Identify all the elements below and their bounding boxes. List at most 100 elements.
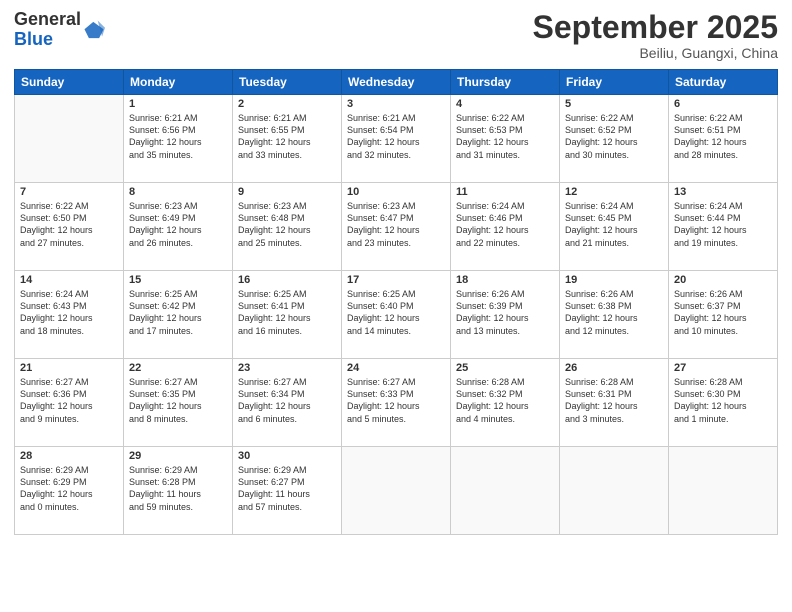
table-row: 29 Sunrise: 6:29 AM Sunset: 6:28 PM Dayli… bbox=[124, 447, 233, 535]
table-row: 27 Sunrise: 6:28 AM Sunset: 6:30 PM Dayli… bbox=[669, 359, 778, 447]
table-row: 26 Sunrise: 6:28 AM Sunset: 6:31 PM Dayli… bbox=[560, 359, 669, 447]
day-info: Sunrise: 6:23 AM Sunset: 6:48 PM Dayligh… bbox=[238, 200, 336, 249]
day-info: Sunrise: 6:21 AM Sunset: 6:55 PM Dayligh… bbox=[238, 112, 336, 161]
col-monday: Monday bbox=[124, 70, 233, 95]
table-row: 11 Sunrise: 6:24 AM Sunset: 6:46 PM Dayli… bbox=[451, 183, 560, 271]
day-number: 10 bbox=[347, 186, 445, 198]
day-info: Sunrise: 6:22 AM Sunset: 6:52 PM Dayligh… bbox=[565, 112, 663, 161]
calendar-table: Sunday Monday Tuesday Wednesday Thursday… bbox=[14, 69, 778, 535]
table-row bbox=[669, 447, 778, 535]
day-info: Sunrise: 6:28 AM Sunset: 6:30 PM Dayligh… bbox=[674, 376, 772, 425]
col-wednesday: Wednesday bbox=[342, 70, 451, 95]
day-info: Sunrise: 6:24 AM Sunset: 6:46 PM Dayligh… bbox=[456, 200, 554, 249]
day-number: 1 bbox=[129, 98, 227, 110]
table-row: 9 Sunrise: 6:23 AM Sunset: 6:48 PM Daylig… bbox=[233, 183, 342, 271]
table-row: 15 Sunrise: 6:25 AM Sunset: 6:42 PM Dayli… bbox=[124, 271, 233, 359]
calendar-week-row: 1 Sunrise: 6:21 AM Sunset: 6:56 PM Daylig… bbox=[15, 95, 778, 183]
day-number: 20 bbox=[674, 274, 772, 286]
table-row: 18Sunrise: 6:26 AM Sunset: 6:39 PM Dayli… bbox=[451, 271, 560, 359]
calendar-week-row: 14 Sunrise: 6:24 AM Sunset: 6:43 PM Dayli… bbox=[15, 271, 778, 359]
table-row: 25Sunrise: 6:28 AM Sunset: 6:32 PM Dayli… bbox=[451, 359, 560, 447]
calendar-week-row: 28 Sunrise: 6:29 AM Sunset: 6:29 PM Dayli… bbox=[15, 447, 778, 535]
page: General Blue September 2025 Beiliu, Guan… bbox=[0, 0, 792, 612]
day-number: 27 bbox=[674, 362, 772, 374]
day-info: Sunrise: 6:27 AM Sunset: 6:33 PM Dayligh… bbox=[347, 376, 445, 425]
day-number: 18 bbox=[456, 274, 554, 286]
table-row bbox=[451, 447, 560, 535]
col-friday: Friday bbox=[560, 70, 669, 95]
day-number: 29 bbox=[129, 450, 227, 462]
day-number: 26 bbox=[565, 362, 663, 374]
col-thursday: Thursday bbox=[451, 70, 560, 95]
location: Beiliu, Guangxi, China bbox=[533, 45, 778, 61]
day-info: Sunrise: 6:24 AM Sunset: 6:43 PM Dayligh… bbox=[20, 288, 118, 337]
table-row: 8 Sunrise: 6:23 AM Sunset: 6:49 PM Daylig… bbox=[124, 183, 233, 271]
day-info: Sunrise: 6:24 AM Sunset: 6:45 PM Dayligh… bbox=[565, 200, 663, 249]
table-row: 21 Sunrise: 6:27 AM Sunset: 6:36 PM Dayli… bbox=[15, 359, 124, 447]
day-number: 13 bbox=[674, 186, 772, 198]
table-row: 19Sunrise: 6:26 AM Sunset: 6:38 PM Dayli… bbox=[560, 271, 669, 359]
table-row: 13Sunrise: 6:24 AM Sunset: 6:44 PM Dayli… bbox=[669, 183, 778, 271]
day-info: Sunrise: 6:27 AM Sunset: 6:36 PM Dayligh… bbox=[20, 376, 118, 425]
day-number: 22 bbox=[129, 362, 227, 374]
table-row: 17Sunrise: 6:25 AM Sunset: 6:40 PM Dayli… bbox=[342, 271, 451, 359]
table-row: 23Sunrise: 6:27 AM Sunset: 6:34 PM Dayli… bbox=[233, 359, 342, 447]
day-info: Sunrise: 6:25 AM Sunset: 6:40 PM Dayligh… bbox=[347, 288, 445, 337]
calendar-header-row: Sunday Monday Tuesday Wednesday Thursday… bbox=[15, 70, 778, 95]
table-row: 10Sunrise: 6:23 AM Sunset: 6:47 PM Dayli… bbox=[342, 183, 451, 271]
day-number: 30 bbox=[238, 450, 336, 462]
table-row bbox=[342, 447, 451, 535]
day-info: Sunrise: 6:28 AM Sunset: 6:31 PM Dayligh… bbox=[565, 376, 663, 425]
day-info: Sunrise: 6:22 AM Sunset: 6:50 PM Dayligh… bbox=[20, 200, 118, 249]
day-number: 11 bbox=[456, 186, 554, 198]
col-saturday: Saturday bbox=[669, 70, 778, 95]
table-row: 2 Sunrise: 6:21 AM Sunset: 6:55 PM Daylig… bbox=[233, 95, 342, 183]
col-tuesday: Tuesday bbox=[233, 70, 342, 95]
day-info: Sunrise: 6:26 AM Sunset: 6:37 PM Dayligh… bbox=[674, 288, 772, 337]
logo-blue-text: Blue bbox=[14, 30, 81, 50]
day-info: Sunrise: 6:29 AM Sunset: 6:29 PM Dayligh… bbox=[20, 464, 118, 513]
day-info: Sunrise: 6:25 AM Sunset: 6:42 PM Dayligh… bbox=[129, 288, 227, 337]
day-number: 15 bbox=[129, 274, 227, 286]
header: General Blue September 2025 Beiliu, Guan… bbox=[14, 10, 778, 61]
table-row bbox=[560, 447, 669, 535]
table-row: 12Sunrise: 6:24 AM Sunset: 6:45 PM Dayli… bbox=[560, 183, 669, 271]
day-info: Sunrise: 6:23 AM Sunset: 6:49 PM Dayligh… bbox=[129, 200, 227, 249]
day-number: 6 bbox=[674, 98, 772, 110]
day-number: 14 bbox=[20, 274, 118, 286]
logo-general-text: General bbox=[14, 10, 81, 30]
day-number: 4 bbox=[456, 98, 554, 110]
logo-icon bbox=[83, 19, 105, 41]
day-number: 24 bbox=[347, 362, 445, 374]
table-row: 6Sunrise: 6:22 AM Sunset: 6:51 PM Daylig… bbox=[669, 95, 778, 183]
table-row: 14 Sunrise: 6:24 AM Sunset: 6:43 PM Dayli… bbox=[15, 271, 124, 359]
table-row: 4Sunrise: 6:22 AM Sunset: 6:53 PM Daylig… bbox=[451, 95, 560, 183]
col-sunday: Sunday bbox=[15, 70, 124, 95]
day-number: 23 bbox=[238, 362, 336, 374]
table-row bbox=[15, 95, 124, 183]
day-number: 8 bbox=[129, 186, 227, 198]
calendar-week-row: 7 Sunrise: 6:22 AM Sunset: 6:50 PM Daylig… bbox=[15, 183, 778, 271]
day-number: 5 bbox=[565, 98, 663, 110]
day-number: 25 bbox=[456, 362, 554, 374]
day-info: Sunrise: 6:25 AM Sunset: 6:41 PM Dayligh… bbox=[238, 288, 336, 337]
table-row: 1 Sunrise: 6:21 AM Sunset: 6:56 PM Daylig… bbox=[124, 95, 233, 183]
day-number: 7 bbox=[20, 186, 118, 198]
table-row: 30Sunrise: 6:29 AM Sunset: 6:27 PM Dayli… bbox=[233, 447, 342, 535]
day-info: Sunrise: 6:27 AM Sunset: 6:35 PM Dayligh… bbox=[129, 376, 227, 425]
day-number: 3 bbox=[347, 98, 445, 110]
table-row: 22 Sunrise: 6:27 AM Sunset: 6:35 PM Dayli… bbox=[124, 359, 233, 447]
day-info: Sunrise: 6:29 AM Sunset: 6:28 PM Dayligh… bbox=[129, 464, 227, 513]
table-row: 5 Sunrise: 6:22 AM Sunset: 6:52 PM Daylig… bbox=[560, 95, 669, 183]
table-row: 20 Sunrise: 6:26 AM Sunset: 6:37 PM Dayli… bbox=[669, 271, 778, 359]
table-row: 16Sunrise: 6:25 AM Sunset: 6:41 PM Dayli… bbox=[233, 271, 342, 359]
day-number: 28 bbox=[20, 450, 118, 462]
table-row: 7 Sunrise: 6:22 AM Sunset: 6:50 PM Daylig… bbox=[15, 183, 124, 271]
table-row: 28 Sunrise: 6:29 AM Sunset: 6:29 PM Dayli… bbox=[15, 447, 124, 535]
day-number: 21 bbox=[20, 362, 118, 374]
table-row: 3Sunrise: 6:21 AM Sunset: 6:54 PM Daylig… bbox=[342, 95, 451, 183]
day-number: 2 bbox=[238, 98, 336, 110]
logo: General Blue bbox=[14, 10, 105, 50]
day-number: 9 bbox=[238, 186, 336, 198]
day-info: Sunrise: 6:21 AM Sunset: 6:56 PM Dayligh… bbox=[129, 112, 227, 161]
